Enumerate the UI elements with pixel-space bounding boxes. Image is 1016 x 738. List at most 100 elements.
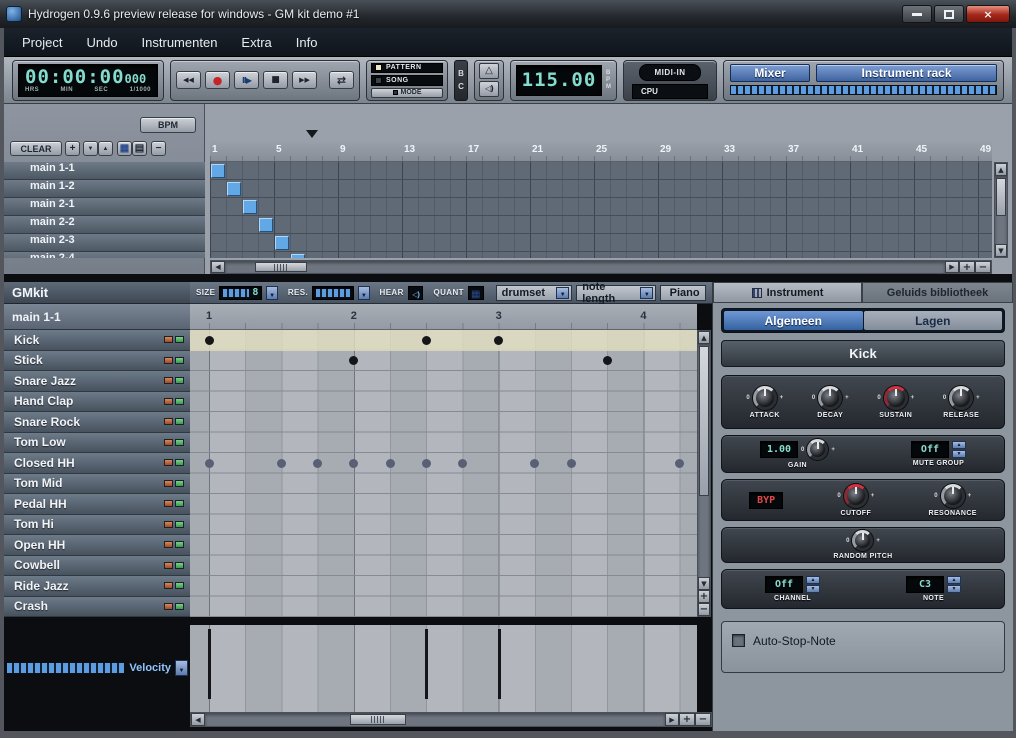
instrument-row[interactable]: Crash: [4, 597, 190, 618]
scroll-track[interactable]: [995, 176, 1007, 244]
note-dot[interactable]: [205, 459, 214, 468]
mute-led[interactable]: [164, 480, 173, 487]
note-dot[interactable]: [422, 459, 431, 468]
scroll-right-button[interactable]: [945, 261, 959, 273]
draw-mode-button[interactable]: [117, 141, 132, 156]
attack-knob[interactable]: [753, 386, 777, 410]
dropdown-arrow-button[interactable]: [640, 287, 653, 299]
decay-knob[interactable]: [818, 386, 842, 410]
velocity-bar[interactable]: [208, 629, 211, 699]
pattern-ruler[interactable]: 1234: [190, 304, 697, 330]
solo-led[interactable]: [175, 377, 184, 384]
mixer-button[interactable]: Mixer: [730, 64, 810, 82]
instrument-row[interactable]: Ride Jazz: [4, 576, 190, 597]
note-dot[interactable]: [205, 336, 214, 345]
instrument-row[interactable]: Snare Rock: [4, 412, 190, 433]
delete-pattern-button[interactable]: [151, 141, 166, 156]
input-mode-dropdown[interactable]: drumset: [496, 285, 573, 301]
close-button[interactable]: ×: [966, 5, 1010, 23]
note-dot[interactable]: [313, 459, 322, 468]
resonance-knob[interactable]: [941, 484, 965, 508]
instrument-row[interactable]: Snare Jazz: [4, 371, 190, 392]
midi-in-indicator[interactable]: MIDI-IN: [639, 64, 700, 81]
note-dot[interactable]: [386, 459, 395, 468]
random-pitch-knob[interactable]: [852, 530, 873, 551]
note-dot[interactable]: [458, 459, 467, 468]
song-sequence-grid[interactable]: [210, 162, 992, 258]
instrument-row[interactable]: Tom Hi: [4, 515, 190, 536]
scroll-down-button[interactable]: [698, 577, 710, 590]
stepper-up-button[interactable]: [947, 576, 961, 584]
solo-led[interactable]: [175, 398, 184, 405]
instrument-row[interactable]: Tom Mid: [4, 474, 190, 495]
song-timeline-ruler[interactable]: 15913172125293337414549: [210, 140, 992, 162]
pattern-mode-row[interactable]: PATTERN: [371, 63, 443, 74]
pattern-horizontal-scrollbar[interactable]: [190, 712, 712, 727]
note-grid[interactable]: [190, 330, 697, 617]
scroll-track[interactable]: [698, 344, 710, 577]
release-knob[interactable]: [949, 386, 973, 410]
stepper-down-button[interactable]: [952, 450, 966, 458]
clear-pattern-sequence-button[interactable]: CLEAR: [10, 141, 62, 156]
fast-forward-button[interactable]: [292, 71, 317, 89]
scroll-left-button[interactable]: [211, 261, 225, 273]
mute-led[interactable]: [164, 377, 173, 384]
mute-led[interactable]: [164, 500, 173, 507]
song-vertical-scrollbar[interactable]: [994, 162, 1008, 258]
menu-project[interactable]: Project: [12, 31, 72, 54]
solo-led[interactable]: [175, 357, 184, 364]
pattern-list-item[interactable]: main 1-1: [4, 162, 205, 180]
song-grid-cell[interactable]: [227, 182, 241, 196]
note-dot[interactable]: [567, 459, 576, 468]
beat-counter-panel[interactable]: B C: [454, 60, 468, 101]
scroll-thumb[interactable]: [699, 346, 709, 496]
instrument-row[interactable]: Stick: [4, 351, 190, 372]
loop-button[interactable]: [329, 71, 354, 89]
solo-led[interactable]: [175, 418, 184, 425]
zoom-in-button[interactable]: [698, 590, 710, 603]
note-display[interactable]: C3: [906, 576, 944, 593]
select-mode-button[interactable]: [132, 141, 147, 156]
solo-led[interactable]: [175, 459, 184, 466]
scroll-thumb[interactable]: [350, 714, 406, 725]
minimize-button[interactable]: [902, 5, 932, 23]
instrument-row[interactable]: Hand Clap: [4, 392, 190, 413]
song-grid-cell[interactable]: [291, 254, 305, 258]
pattern-list-item[interactable]: main 2-4: [4, 252, 205, 258]
quantize-button[interactable]: [468, 286, 484, 300]
instrument-row[interactable]: Open HH: [4, 535, 190, 556]
gain-display[interactable]: 1.00: [760, 441, 798, 458]
mute-led[interactable]: [164, 336, 173, 343]
scroll-track[interactable]: [205, 713, 665, 726]
zoom-out-button[interactable]: [695, 713, 711, 726]
note-dot[interactable]: [603, 356, 612, 365]
zoom-in-button[interactable]: [679, 713, 695, 726]
timeline-bpm-button[interactable]: BPM: [140, 117, 196, 133]
song-grid-cell[interactable]: [243, 200, 257, 214]
mute-led[interactable]: [164, 459, 173, 466]
mute-led[interactable]: [164, 418, 173, 425]
solo-led[interactable]: [175, 582, 184, 589]
stepper-up-button[interactable]: [806, 576, 820, 584]
play-pause-button[interactable]: [234, 71, 259, 89]
record-button[interactable]: [205, 71, 230, 89]
pattern-list-item[interactable]: main 2-3: [4, 234, 205, 252]
note-dot[interactable]: [349, 356, 358, 365]
pattern-list-item[interactable]: main 2-1: [4, 198, 205, 216]
dropdown-arrow-button[interactable]: [556, 287, 569, 299]
stop-button[interactable]: [263, 71, 288, 89]
stepper-down-button[interactable]: [947, 585, 961, 593]
resolution-display[interactable]: [312, 286, 354, 300]
note-length-dropdown[interactable]: note length: [576, 285, 656, 301]
scroll-track[interactable]: [225, 261, 945, 273]
zoom-out-button[interactable]: [698, 603, 710, 616]
scroll-thumb[interactable]: [996, 178, 1006, 216]
gain-knob[interactable]: [807, 439, 828, 460]
tab-sound-library[interactable]: Geluids bibliotheek: [862, 282, 1013, 303]
add-pattern-button[interactable]: [65, 141, 80, 156]
instrument-row[interactable]: Closed HH: [4, 453, 190, 474]
tab-instrument[interactable]: Instrument: [713, 282, 862, 303]
property-dropdown-button[interactable]: [175, 660, 188, 676]
mute-group-display[interactable]: Off: [911, 441, 949, 458]
pattern-list-item[interactable]: main 1-2: [4, 180, 205, 198]
